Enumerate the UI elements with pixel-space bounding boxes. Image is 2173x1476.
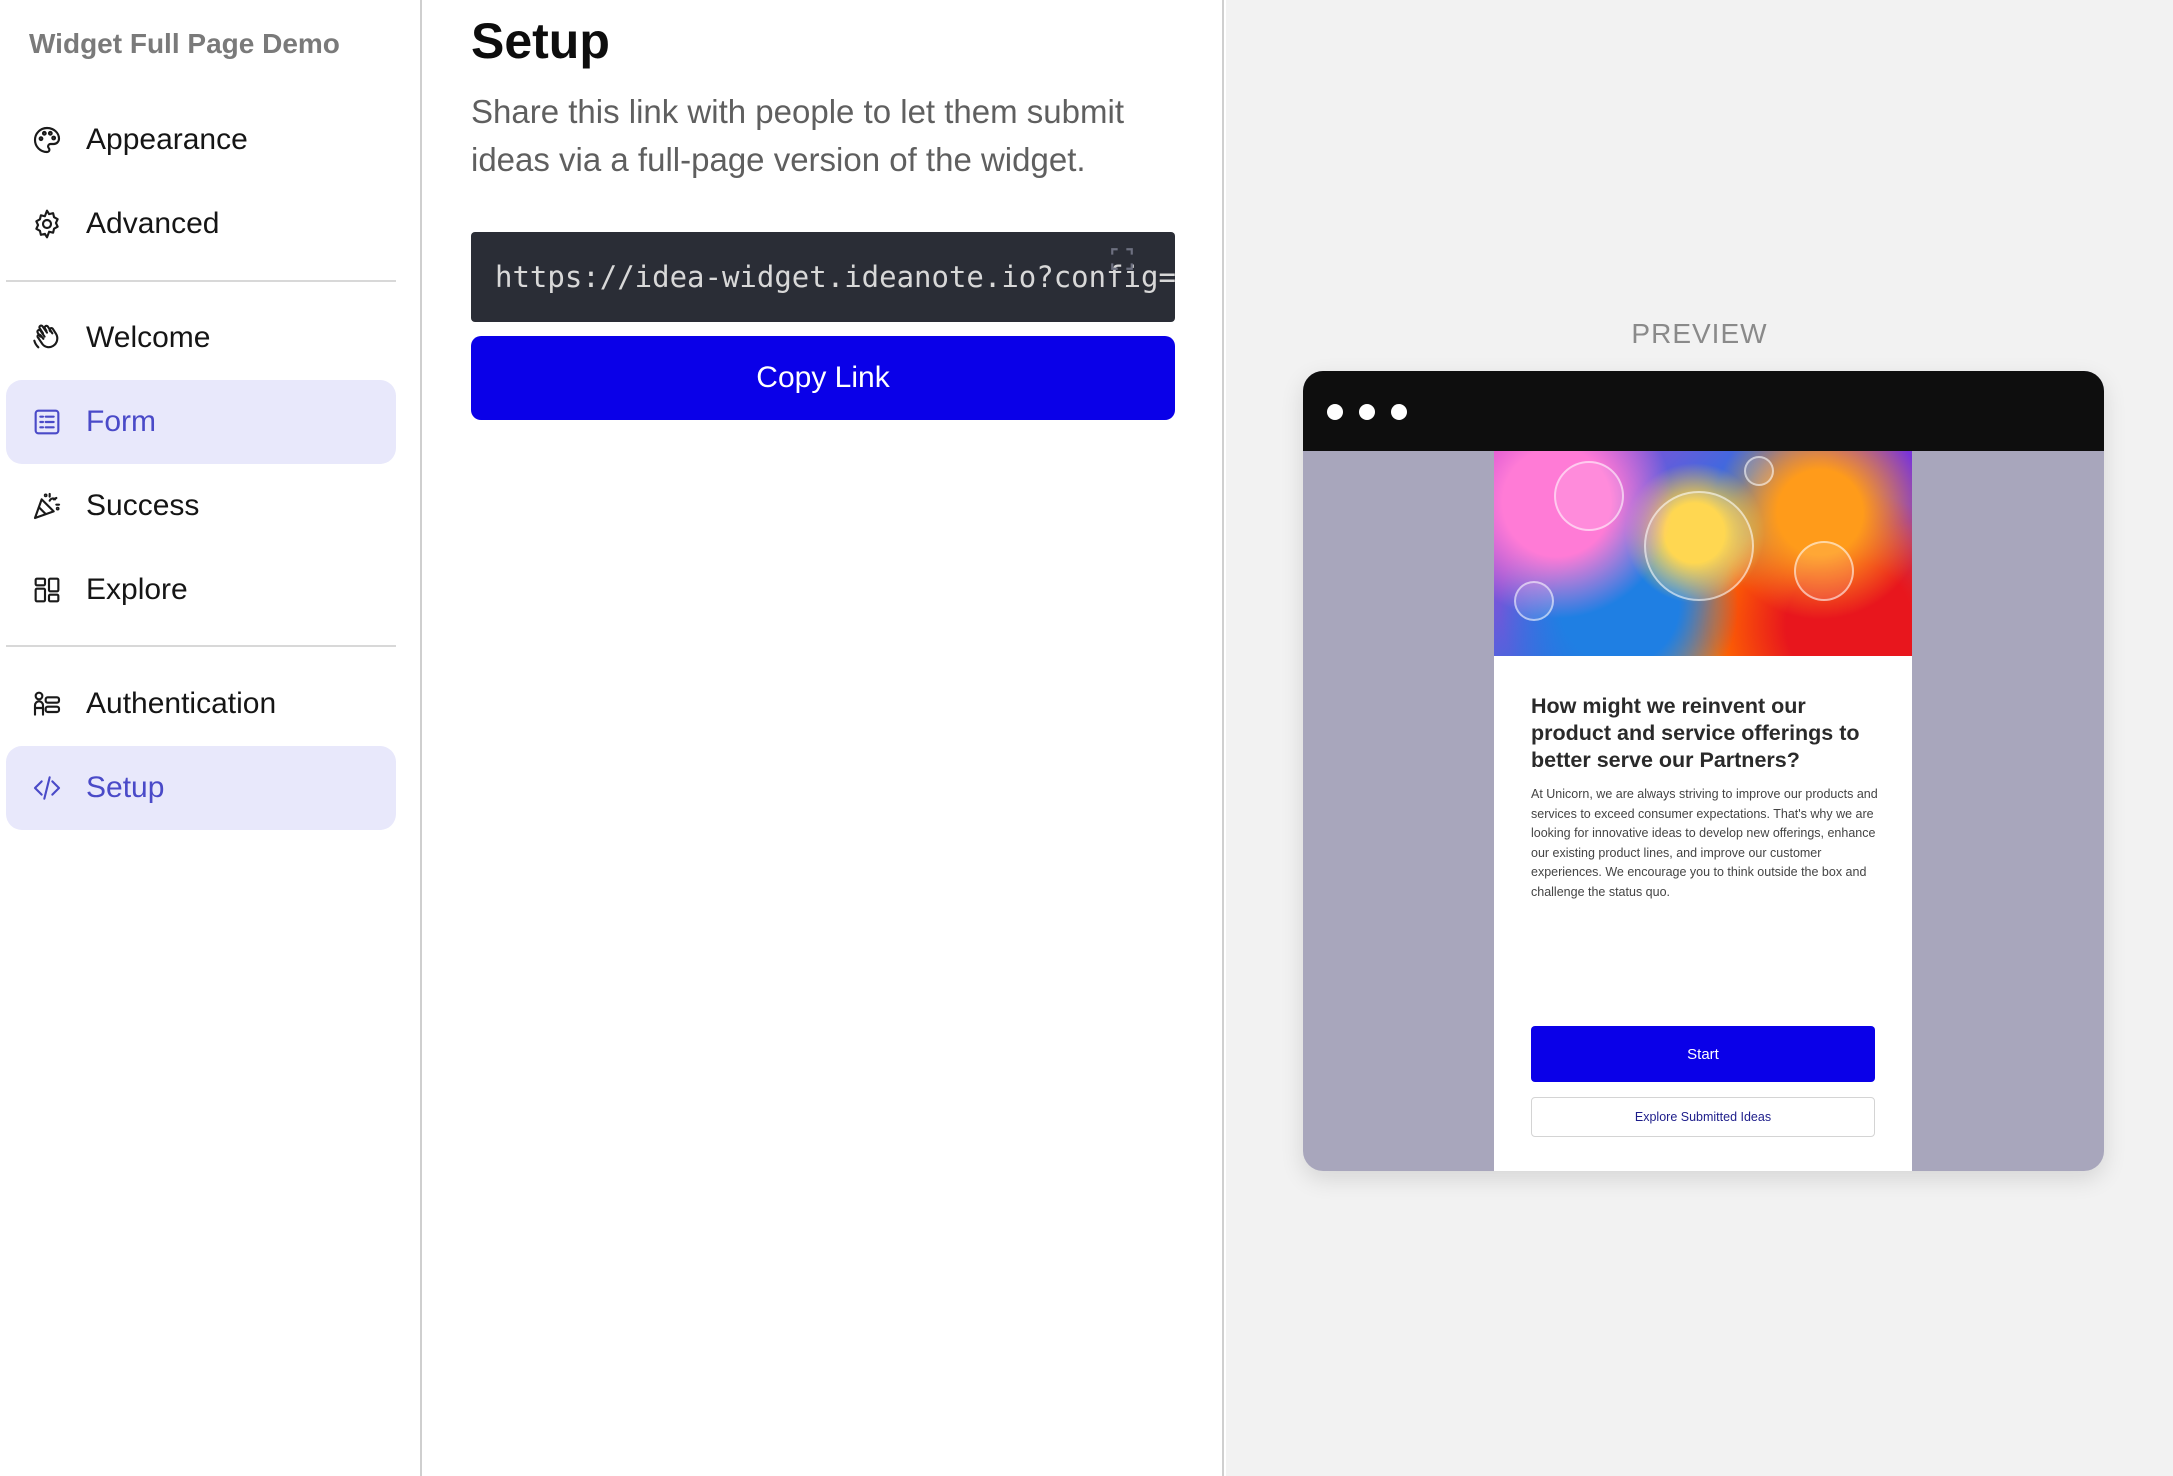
sidebar-divider bbox=[6, 645, 396, 647]
window-dot-icon bbox=[1327, 404, 1343, 420]
party-popper-icon bbox=[30, 489, 64, 523]
main-panel: Setup Share this link with people to let… bbox=[424, 0, 1224, 1476]
sidebar-item-label: Form bbox=[86, 405, 156, 438]
sidebar-item-authentication[interactable]: Authentication bbox=[6, 662, 396, 746]
app-title: Widget Full Page Demo bbox=[29, 28, 340, 59]
browser-mockup: How might we reinvent our product and se… bbox=[1303, 371, 2104, 1171]
sidebar-item-welcome[interactable]: Welcome bbox=[6, 296, 396, 380]
bubble-decoration bbox=[1554, 461, 1624, 531]
form-icon bbox=[30, 405, 64, 439]
sidebar-item-setup[interactable]: Setup bbox=[6, 746, 396, 830]
bubble-decoration bbox=[1744, 456, 1774, 486]
sidebar-item-label: Advanced bbox=[86, 207, 220, 240]
bubble-decoration bbox=[1514, 581, 1554, 621]
start-button[interactable]: Start bbox=[1531, 1026, 1875, 1082]
dashboard-icon bbox=[30, 573, 64, 607]
explore-ideas-button[interactable]: Explore Submitted Ideas bbox=[1531, 1097, 1875, 1137]
window-dot-icon bbox=[1391, 404, 1407, 420]
palette-icon bbox=[30, 123, 64, 157]
user-list-icon bbox=[30, 687, 64, 721]
sidebar: Widget Full Page Demo Appearance Advance… bbox=[0, 0, 422, 1476]
sidebar-item-label: Success bbox=[86, 489, 200, 522]
hero-image bbox=[1494, 451, 1912, 656]
sidebar-item-label: Explore bbox=[86, 573, 188, 606]
bubble-decoration bbox=[1644, 491, 1754, 601]
page-title: Setup bbox=[471, 13, 610, 69]
gear-icon bbox=[30, 207, 64, 241]
widget-title: How might we reinvent our product and se… bbox=[1531, 694, 1860, 772]
sidebar-item-appearance[interactable]: Appearance bbox=[6, 98, 396, 182]
waving-hand-icon bbox=[30, 321, 64, 355]
browser-title-bar bbox=[1303, 371, 2104, 451]
bubble-decoration bbox=[1794, 541, 1854, 601]
sidebar-item-success[interactable]: Success bbox=[6, 464, 396, 548]
expand-icon[interactable] bbox=[1109, 246, 1135, 272]
copy-link-button[interactable]: Copy Link bbox=[471, 336, 1175, 420]
sidebar-divider bbox=[6, 280, 396, 282]
window-dot-icon bbox=[1359, 404, 1375, 420]
sidebar-item-label: Appearance bbox=[86, 123, 248, 156]
preview-label: PREVIEW bbox=[1631, 318, 1768, 349]
widget-preview: How might we reinvent our product and se… bbox=[1494, 451, 1912, 1171]
sidebar-item-explore[interactable]: Explore bbox=[6, 548, 396, 632]
link-code-box[interactable]: https://idea-widget.ideanote.io?config=0… bbox=[471, 232, 1175, 322]
code-icon bbox=[30, 771, 64, 805]
sidebar-item-label: Setup bbox=[86, 771, 165, 804]
sidebar-item-label: Authentication bbox=[86, 687, 277, 720]
sidebar-item-form[interactable]: Form bbox=[6, 380, 396, 464]
page-description: Share this link with people to let them … bbox=[471, 93, 1124, 178]
preview-panel: PREVIEW How might we reinvent our produc… bbox=[1226, 0, 2173, 1476]
share-link[interactable]: https://idea-widget.ideanote.io?config=0… bbox=[495, 260, 1175, 294]
sidebar-item-advanced[interactable]: Advanced bbox=[6, 182, 396, 266]
sidebar-item-label: Welcome bbox=[86, 321, 211, 354]
widget-description: At Unicorn, we are always striving to im… bbox=[1531, 787, 1878, 899]
